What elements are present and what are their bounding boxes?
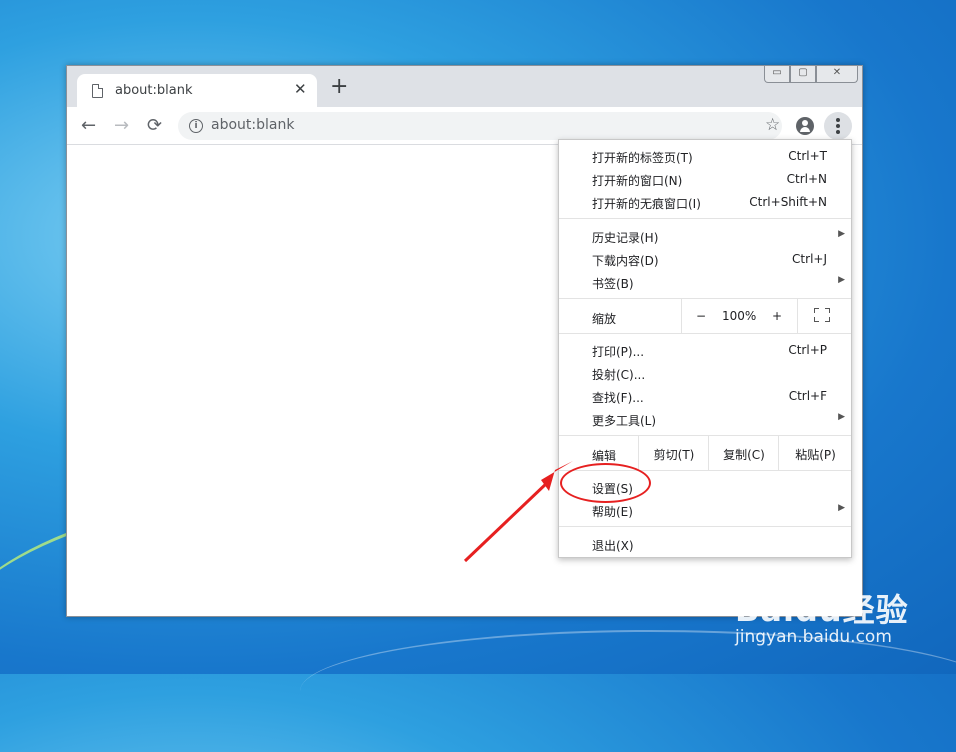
watermark-url: jingyan.baidu.com: [735, 627, 892, 647]
watermark: Baidu经验 jingyan.baidu.com: [735, 585, 909, 647]
watermark-brand: Baidu经验: [735, 591, 909, 629]
